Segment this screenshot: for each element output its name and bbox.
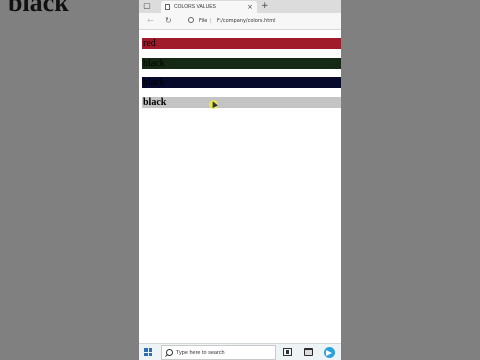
browser-window: ▢ COLORS VALUES × + ← ↻ File | F:/compan… [139, 0, 341, 360]
page-content: red black black black [139, 30, 341, 343]
close-icon[interactable]: × [247, 3, 253, 11]
search-placeholder: Type here to search [176, 350, 225, 356]
reload-icon[interactable]: ↻ [165, 16, 172, 26]
tab-colors-values[interactable]: COLORS VALUES × [161, 1, 257, 13]
color-bar-navy: black [142, 77, 341, 88]
tab-title: COLORS VALUES [174, 4, 216, 10]
address-bar[interactable]: File | F:/company/colors.html [183, 15, 335, 27]
taskbar: Type here to search [139, 343, 341, 360]
address-separator: | [210, 18, 212, 24]
search-icon [166, 349, 173, 356]
address-url[interactable]: F:/company/colors.html [217, 17, 275, 25]
windows-logo-icon[interactable] [144, 348, 152, 356]
file-explorer-icon[interactable] [304, 348, 313, 356]
color-bar-gray: black [142, 97, 341, 108]
color-bar-red: red [142, 38, 341, 49]
address-scheme-label: File [199, 18, 208, 24]
tab-strip: ▢ COLORS VALUES × + [139, 0, 341, 13]
browser-toolbar: ← ↻ File | F:/company/colors.html [139, 13, 341, 30]
tab-actions-icon[interactable]: ▢ [142, 1, 152, 11]
background-page-text: black [8, 0, 69, 17]
taskbar-search-box[interactable]: Type here to search [161, 345, 276, 360]
telegram-icon[interactable] [324, 347, 335, 358]
info-icon[interactable] [188, 17, 194, 23]
color-bar-dark-green: black [142, 58, 341, 69]
new-tab-button[interactable]: + [261, 1, 269, 11]
mouse-cursor-icon [209, 100, 218, 109]
page-icon [165, 4, 170, 10]
task-view-icon[interactable] [283, 348, 292, 356]
back-icon[interactable]: ← [147, 16, 154, 26]
